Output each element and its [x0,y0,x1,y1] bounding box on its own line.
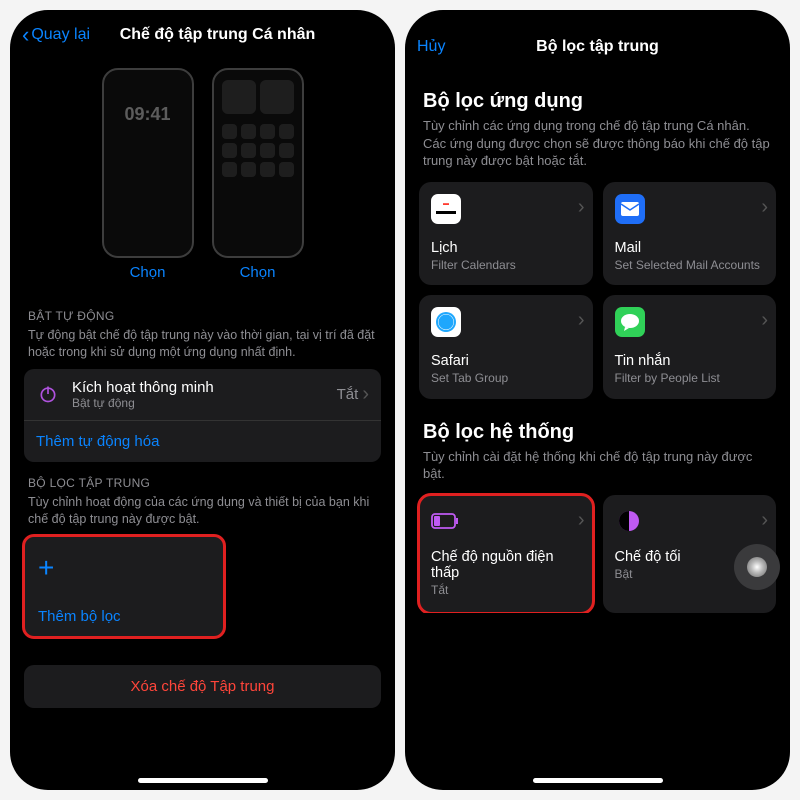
back-label: Quay lại [31,26,90,44]
tile-title: Safari [431,353,581,369]
chevron-right-icon: › [578,196,585,219]
add-filter-label: Thêm bộ lọc [38,608,210,625]
tile-title: Tin nhắn [615,353,765,369]
phone-frame-icon: 09:41 [102,68,194,258]
messages-icon [615,307,645,337]
phone-left: ‹ Quay lại Chế độ tập trung Cá nhân 09:4… [10,10,395,790]
smart-activation-row[interactable]: Kích hoạt thông minh Bật tự động Tắt › [24,369,381,420]
delete-focus-button[interactable]: Xóa chế độ Tập trung [24,665,381,708]
phone-frame-icon [212,68,304,258]
tile-sub: Set Tab Group [431,371,581,387]
cancel-button[interactable]: Hủy [417,38,445,56]
smart-activation-title: Kích hoạt thông minh [72,379,325,396]
home-indicator[interactable] [533,778,663,783]
choose-button[interactable]: Chọn [130,264,166,281]
dark-mode-icon [615,507,643,535]
tile-sub: Set Selected Mail Accounts [615,258,765,274]
home-screen-preview[interactable]: Chọn [212,68,304,281]
chevron-right-icon: › [761,509,768,532]
chevron-right-icon: › [578,509,585,532]
tile-low-power[interactable]: › Chế độ nguồn điện thấp Tắt [419,495,593,613]
chevron-right-icon: › [578,309,585,332]
app-filters-title: Bộ lọc ứng dụng [423,90,772,113]
lock-screen-preview[interactable]: 09:41 Chọn [102,68,194,281]
tile-messages[interactable]: › Tin nhắn Filter by People List [603,295,777,399]
auto-on-header: BẬT TỰ ĐỘNG [28,309,377,323]
safari-icon [431,307,461,337]
tile-safari[interactable]: › Safari Set Tab Group [419,295,593,399]
app-tiles: ▬▬▬ › Lịch Filter Calendars › Mail Set S… [419,182,776,399]
chevron-right-icon: › [761,309,768,332]
content-right: Bộ lọc ứng dụng Tùy chỉnh các ứng dụng t… [405,68,790,613]
choose-button[interactable]: Chọn [240,264,276,281]
tile-sub: Filter by People List [615,371,765,387]
chevron-right-icon: › [761,196,768,219]
smart-activation-sub: Bật tự động [72,396,325,410]
tile-calendar[interactable]: ▬▬▬ › Lịch Filter Calendars [419,182,593,286]
add-filter-card[interactable]: + Thêm bộ lọc [24,536,224,638]
mail-icon [615,194,645,224]
chevron-left-icon: ‹ [22,24,29,46]
lock-time: 09:41 [112,104,184,125]
app-filters-desc: Tùy chỉnh các ứng dụng trong chế độ tập … [423,117,772,170]
chevron-right-icon: › [362,383,369,406]
tile-title: Chế độ nguồn điện thấp [431,549,581,581]
home-indicator[interactable] [138,778,268,783]
page-title: Bộ lọc tập trung [405,38,790,56]
smart-activation-status: Tắt [337,386,359,403]
add-automation-button[interactable]: Thêm tự động hóa [24,420,381,462]
auto-on-desc: Tự động bật chế độ tập trung này vào thờ… [28,327,377,361]
automation-card: Kích hoạt thông minh Bật tự động Tắt › T… [24,369,381,462]
calendar-icon: ▬▬▬ [431,194,461,224]
screen-previews: 09:41 Chọn Chọn [24,56,381,295]
tile-title: Lịch [431,240,581,256]
tile-title: Mail [615,240,765,256]
battery-icon [431,507,459,535]
plus-icon: + [38,560,210,577]
power-icon [36,382,60,406]
sys-filters-desc: Tùy chỉnh cài đặt hệ thống khi chế độ tậ… [423,448,772,483]
tile-mail[interactable]: › Mail Set Selected Mail Accounts [603,182,777,286]
sys-tiles: › Chế độ nguồn điện thấp Tắt › Chế độ tố… [419,495,776,613]
tile-status: Tắt [431,583,581,599]
tile-sub: Filter Calendars [431,258,581,274]
back-button[interactable]: ‹ Quay lại [22,24,90,46]
assistive-touch-button[interactable] [734,544,780,590]
content-left: 09:41 Chọn Chọn BẬT TỰ ĐỘNG Tự động bật … [10,56,395,708]
nav-header: ‹ Quay lại Chế độ tập trung Cá nhân [10,10,395,56]
sys-filters-title: Bộ lọc hệ thống [423,421,772,444]
filters-header: BỘ LỌC TẬP TRUNG [28,476,377,490]
nav-header: Hủy Bộ lọc tập trung [405,10,790,68]
filters-desc: Tùy chỉnh hoạt động của các ứng dụng và … [28,494,377,528]
phone-right: Hủy Bộ lọc tập trung Bộ lọc ứng dụng Tùy… [405,10,790,790]
